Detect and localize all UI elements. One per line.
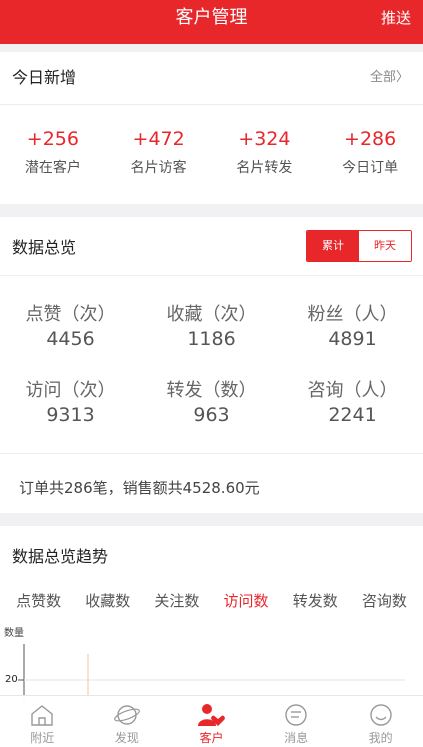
profile-icon bbox=[369, 704, 392, 726]
divider bbox=[0, 104, 423, 105]
stat-value: 4456 bbox=[46, 328, 95, 350]
tab-follows[interactable]: 关注数 bbox=[154, 590, 199, 611]
stat-value: 2241 bbox=[328, 404, 377, 426]
app-header: 客户管理 推送 bbox=[0, 0, 423, 44]
page-title: 客户管理 bbox=[175, 7, 248, 28]
today-item-card-visitors[interactable]: +472 名片访客 bbox=[106, 128, 212, 177]
message-icon bbox=[285, 704, 307, 726]
nearby-icon bbox=[31, 705, 53, 726]
today-item-label: 今日订单 bbox=[342, 160, 399, 176]
divider bbox=[0, 453, 423, 454]
customer-icon bbox=[198, 704, 226, 726]
today-item-value: +324 bbox=[238, 128, 291, 150]
today-item-label: 名片访客 bbox=[130, 160, 187, 176]
bottom-tab-bar: 附近 发现 客户 消息 我的 bbox=[0, 695, 423, 747]
stat-fans: 粉丝（人） 4891 bbox=[282, 300, 423, 350]
tab-message[interactable]: 消息 bbox=[254, 696, 339, 747]
trend-section: 数据总览趋势 点赞数 收藏数 关注数 访问数 转发数 咨询数 数量 20 bbox=[0, 526, 423, 702]
tab-label: 发现 bbox=[114, 731, 139, 745]
today-item-label: 潜在客户 bbox=[24, 160, 81, 176]
tab-visits[interactable]: 访问数 bbox=[224, 590, 269, 611]
yesterday-toggle-button[interactable]: 昨天 bbox=[359, 231, 411, 261]
stat-value: 963 bbox=[193, 404, 230, 426]
view-all-link[interactable]: 全部〉 bbox=[370, 66, 409, 85]
stat-value: 4891 bbox=[328, 328, 377, 350]
stat-visits: 访问（次） 9313 bbox=[0, 376, 141, 426]
tab-discover[interactable]: 发现 bbox=[85, 696, 170, 747]
stat-label: 点赞（次） bbox=[25, 304, 116, 325]
cumulative-toggle-button[interactable]: 累计 bbox=[307, 231, 359, 261]
stat-label: 转发（数） bbox=[166, 380, 257, 401]
tab-favorites[interactable]: 收藏数 bbox=[85, 590, 130, 611]
push-button[interactable]: 推送 bbox=[381, 0, 411, 36]
today-title: 今日新增 bbox=[12, 68, 77, 87]
trend-title: 数据总览趋势 bbox=[12, 547, 109, 566]
stat-shares: 转发（数） 963 bbox=[141, 376, 282, 426]
today-item-value: +472 bbox=[132, 128, 185, 150]
stat-likes: 点赞（次） 4456 bbox=[0, 300, 141, 350]
divider bbox=[0, 275, 423, 276]
tab-customer[interactable]: 客户 bbox=[169, 696, 254, 747]
tab-likes[interactable]: 点赞数 bbox=[16, 590, 61, 611]
stat-label: 收藏（次） bbox=[166, 304, 257, 325]
data-overview-section: 数据总览 累计 昨天 点赞（次） 4456 收藏（次） 1186 粉丝（人） 4… bbox=[0, 217, 423, 513]
trend-chart bbox=[18, 644, 405, 702]
today-new-section: 今日新增 全部〉 +256 潜在客户 +472 名片访客 +324 名片转发 +… bbox=[0, 52, 423, 204]
period-toggle: 累计 昨天 bbox=[306, 230, 412, 262]
tab-inquiries[interactable]: 咨询数 bbox=[362, 590, 407, 611]
y-tick-label: 20 bbox=[5, 674, 18, 685]
tab-profile[interactable]: 我的 bbox=[338, 696, 423, 747]
tab-label: 附近 bbox=[30, 731, 55, 745]
tab-label: 客户 bbox=[199, 731, 224, 745]
stat-label: 咨询（人） bbox=[307, 380, 398, 401]
discover-icon bbox=[113, 705, 140, 725]
today-item-potential-customers[interactable]: +256 潜在客户 bbox=[0, 128, 106, 177]
overview-title: 数据总览 bbox=[12, 238, 77, 257]
tab-shares[interactable]: 转发数 bbox=[293, 590, 338, 611]
stat-favorites: 收藏（次） 1186 bbox=[141, 300, 282, 350]
today-item-orders[interactable]: +286 今日订单 bbox=[317, 128, 423, 177]
stat-label: 访问（次） bbox=[25, 380, 116, 401]
stat-label: 粉丝（人） bbox=[307, 304, 398, 325]
trend-tabs: 点赞数 收藏数 关注数 访问数 转发数 咨询数 bbox=[0, 590, 423, 611]
stat-value: 9313 bbox=[46, 404, 95, 426]
today-item-card-shares[interactable]: +324 名片转发 bbox=[212, 128, 318, 177]
tab-nearby[interactable]: 附近 bbox=[0, 696, 85, 747]
today-item-label: 名片转发 bbox=[236, 160, 293, 176]
today-item-value: +286 bbox=[344, 128, 397, 150]
today-item-value: +256 bbox=[26, 128, 79, 150]
stat-value: 1186 bbox=[187, 328, 236, 350]
tab-label: 消息 bbox=[284, 731, 309, 745]
orders-summary: 订单共286笔，销售额共4528.60元 bbox=[19, 479, 260, 497]
tab-label: 我的 bbox=[368, 731, 393, 745]
y-axis-label: 数量 bbox=[4, 628, 24, 639]
stat-inquiries: 咨询（人） 2241 bbox=[282, 376, 423, 426]
